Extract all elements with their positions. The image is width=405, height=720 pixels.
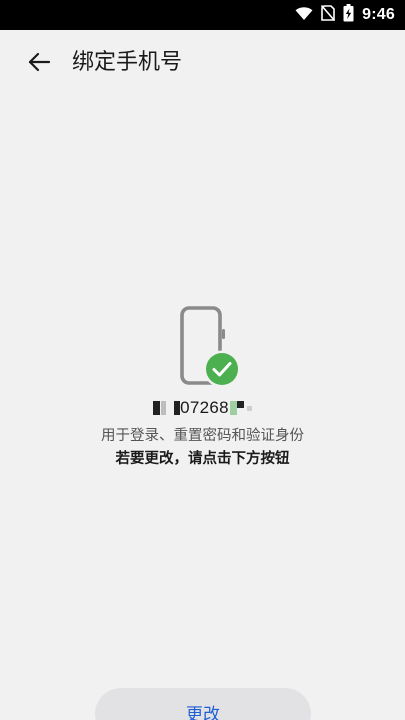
battery-charging-icon [343,4,354,26]
status-icons: 9:46 [295,0,395,30]
mask-block [236,401,244,408]
wifi-icon [295,6,313,25]
change-button[interactable]: 更改 [95,688,311,720]
mask-block [246,405,252,411]
arrow-left-icon [27,50,51,78]
screen: 9:46 绑定手机号 07268 用于登录、重置密码和验证身份 若要更改，请点击… [0,0,405,720]
phone-number-digits: 07268 [180,398,229,417]
page-title: 绑定手机号 [72,50,183,75]
instruction-text: 若要更改，请点击下方按钮 [115,451,290,467]
status-time: 9:46 [362,6,395,23]
description-text: 用于登录、重置密码和验证身份 [101,428,304,444]
change-button-label: 更改 [186,705,220,720]
masked-phone-number: 07268 [0,396,405,420]
back-button[interactable] [22,47,56,81]
no-sim-icon [321,4,336,25]
masked-number-row: 07268 [153,396,252,420]
status-bar: 9:46 [0,0,405,30]
mask-block [153,401,161,415]
mask-block [229,401,237,415]
phone-illustration [176,305,241,388]
mask-block [161,401,167,415]
header: 绑定手机号 [0,30,405,96]
